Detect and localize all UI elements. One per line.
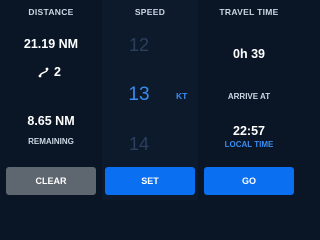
distance-header: DISTANCE [28, 7, 74, 17]
arrive-at-value: 22:57 [233, 124, 265, 138]
speed-option-selected[interactable]: 13 [102, 84, 176, 106]
remaining-label: REMAINING [28, 137, 74, 146]
speed-option-below[interactable]: 14 [102, 134, 176, 155]
route-icon [38, 67, 49, 78]
speed-header: SPEED [134, 7, 166, 17]
travel-time-header: TRAVEL TIME [219, 7, 279, 17]
waypoint-count: 2 [54, 65, 61, 79]
remaining-distance-value: 8.65 NM [27, 114, 75, 128]
arrive-at-label: ARRIVE AT [227, 92, 271, 101]
clear-button[interactable]: CLEAR [6, 167, 96, 195]
local-time-label: LOCAL TIME [224, 140, 274, 149]
distance-value: 21.19 NM [23, 37, 79, 51]
speed-unit: KT [176, 91, 188, 101]
speed-option-above[interactable]: 12 [102, 35, 176, 56]
travel-time-value: 0h 39 [233, 47, 265, 61]
set-button[interactable]: SET [105, 167, 195, 195]
go-button[interactable]: GO [204, 167, 294, 195]
route-waypoints: 2 [0, 65, 102, 80]
